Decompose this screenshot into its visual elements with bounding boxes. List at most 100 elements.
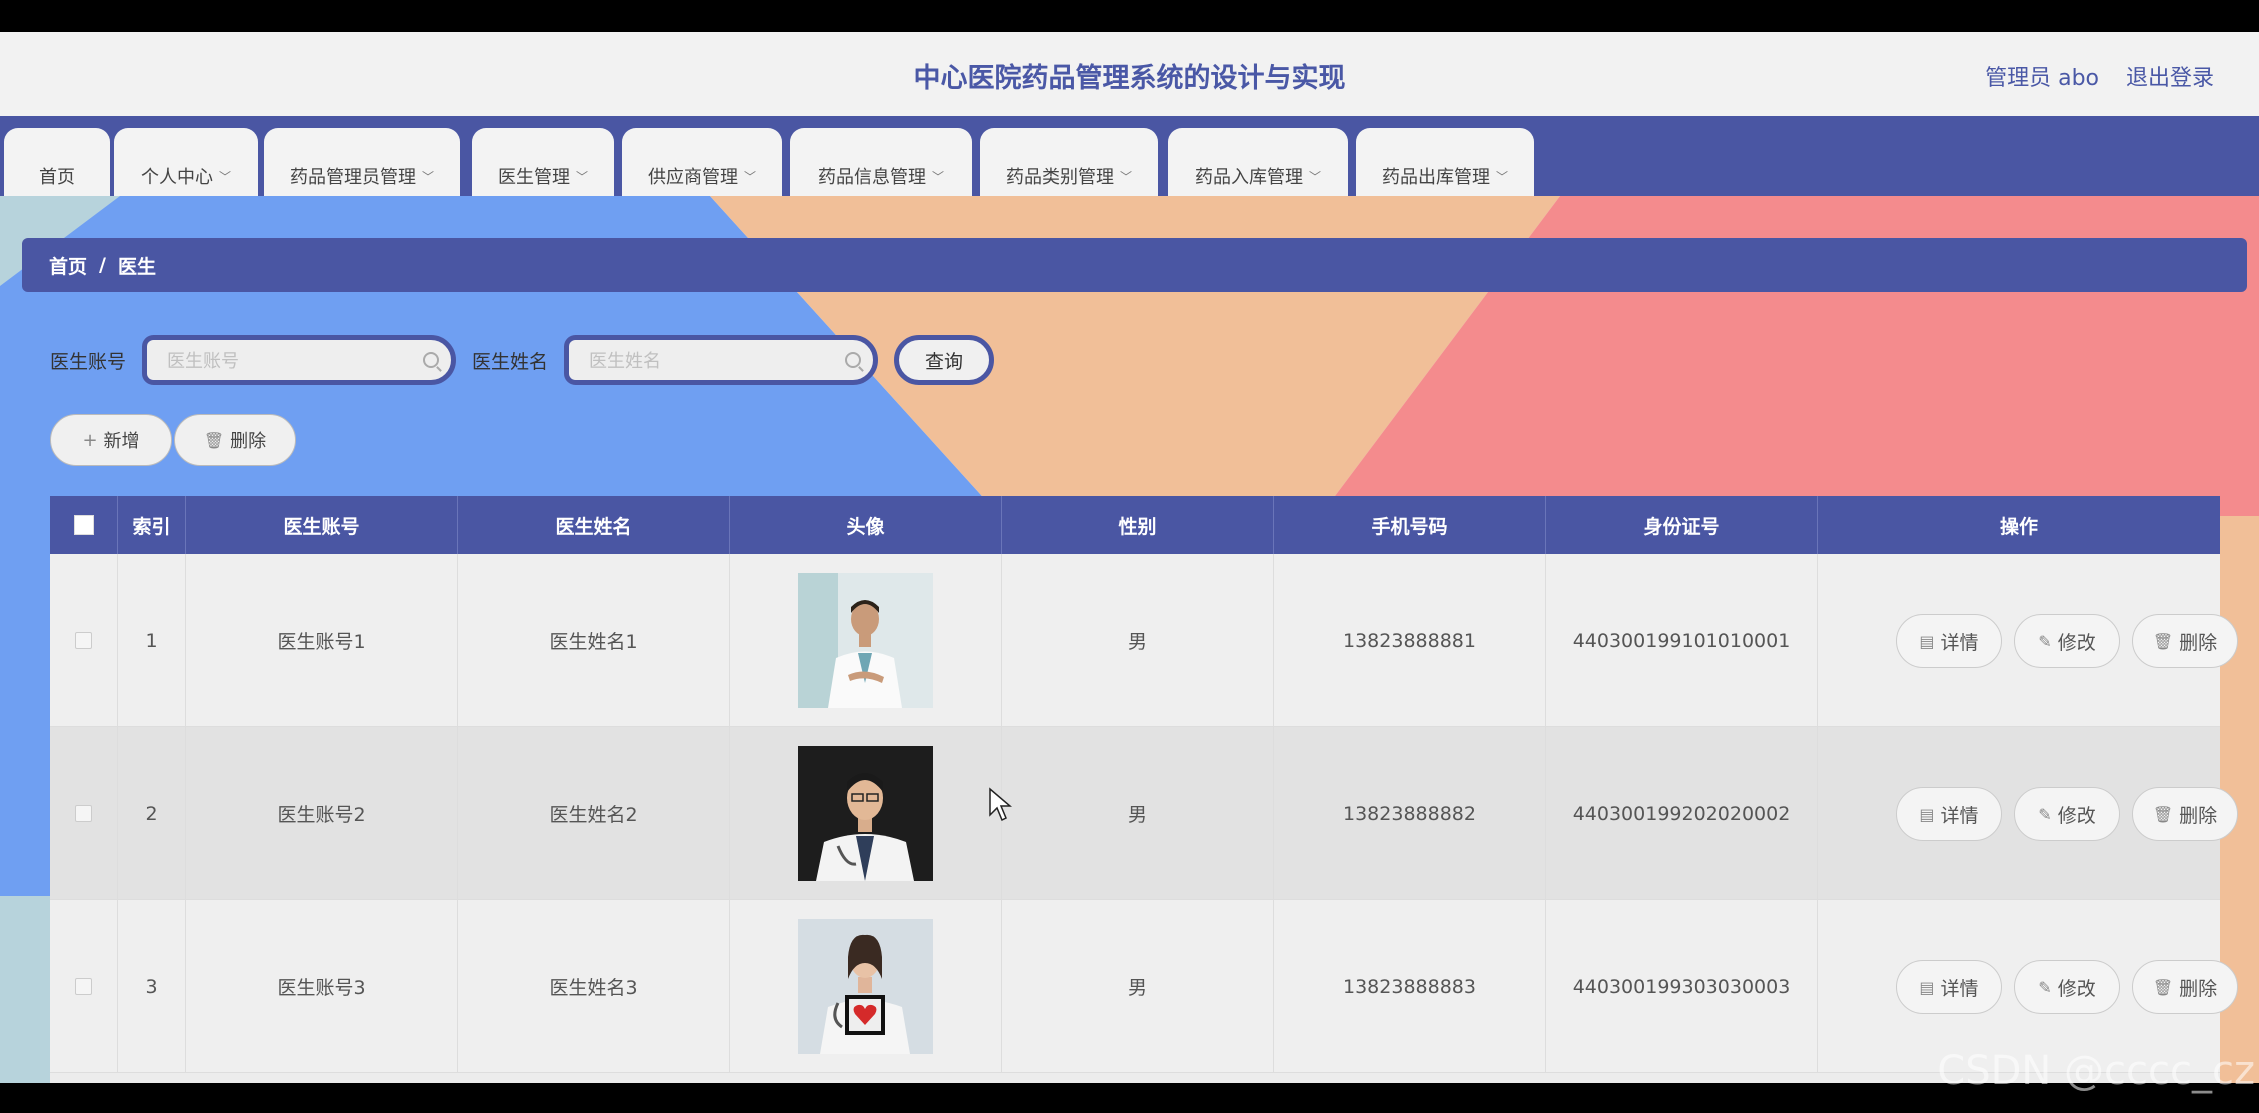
chevron-down-icon: ﹀: [218, 169, 231, 184]
add-button[interactable]: + 新增: [50, 414, 172, 466]
page-title: 中心医院药品管理系统的设计与实现: [913, 63, 1346, 94]
nav-label: 药品入库管理: [1194, 167, 1303, 188]
nav-doctor[interactable]: 医生管理 ﹀: [472, 128, 614, 196]
breadcrumb: 首页 / 医生: [22, 238, 2247, 292]
edit-button[interactable]: ✎ 修改: [2014, 960, 2120, 1014]
nav-drug-admin[interactable]: 药品管理员管理 ﹀: [264, 128, 460, 196]
cell-index: 1: [118, 554, 186, 727]
breadcrumb-home[interactable]: 首页: [49, 252, 87, 279]
cell-account: 医生账号1: [186, 554, 458, 727]
pencil-icon: ✎: [2038, 631, 2052, 651]
row-select[interactable]: [50, 727, 118, 900]
nav-label: 医生管理: [497, 167, 570, 188]
cell-gender: 男: [1002, 554, 1274, 727]
header-gender: 性别: [1002, 496, 1274, 554]
delete-button[interactable]: 🗑 删除: [2132, 614, 2238, 668]
select-all-checkbox[interactable]: [73, 515, 94, 535]
nav-home[interactable]: 首页: [4, 128, 110, 196]
nav-supplier[interactable]: 供应商管理 ﹀: [622, 128, 782, 196]
header-avatar: 头像: [730, 496, 1002, 554]
app-window: 中心医院药品管理系统的设计与实现 管理员 abo 退出登录 首页 个人中心 ﹀ 药…: [0, 32, 2259, 1083]
doctor-avatar-photo[interactable]: [798, 919, 933, 1054]
video-bottom-border: [0, 1083, 2259, 1113]
row-checkbox[interactable]: [75, 978, 92, 995]
logout-link[interactable]: 退出登录: [2126, 60, 2214, 92]
header-index: 索引: [118, 496, 186, 554]
cell-ops: ▤ 详情 ✎ 修改 🗑 删除: [1818, 554, 2238, 727]
cell-account: 医生账号2: [186, 727, 458, 900]
breadcrumb-separator: /: [99, 254, 106, 276]
cell-id: 440300199202020002: [1546, 727, 1818, 900]
detail-label: 详情: [1940, 804, 1979, 827]
cell-name: 医生姓名2: [458, 727, 730, 900]
trash-icon: 🗑: [2152, 804, 2174, 824]
cell-ops: ▤ 详情 ✎ 修改 🗑 删除: [1818, 727, 2238, 900]
query-button[interactable]: 查询: [894, 335, 995, 385]
nav-drug-inbound[interactable]: 药品入库管理 ﹀: [1168, 128, 1348, 196]
delete-label: 删除: [230, 431, 267, 452]
document-icon: ▤: [1919, 804, 1935, 824]
document-icon: ▤: [1919, 631, 1935, 651]
video-top-border: [0, 0, 2259, 32]
cell-name: 医生姓名3: [458, 900, 730, 1073]
cell-id: 440300199101010001: [1546, 554, 1818, 727]
pencil-icon: ✎: [2038, 804, 2052, 824]
detail-button[interactable]: ▤ 详情: [1896, 787, 2002, 841]
delete-label: 删除: [2179, 631, 2218, 654]
detail-button[interactable]: ▤ 详情: [1896, 614, 2002, 668]
header-account: 医生账号: [186, 496, 458, 554]
detail-button[interactable]: ▤ 详情: [1896, 960, 2002, 1014]
table-row: 1 医生账号1 医生姓名1 男 13823888881 440300199101…: [50, 554, 2238, 727]
chevron-down-icon: ﹀: [1308, 169, 1321, 184]
cell-account: 医生账号3: [186, 900, 458, 1073]
nav-label: 药品管理员管理: [289, 167, 416, 188]
account-label: 医生账号: [50, 350, 127, 373]
table-header: 索引 医生账号 医生姓名 头像 性别 手机号码 身份证号 操作: [50, 496, 2220, 554]
row-select[interactable]: [50, 900, 118, 1073]
cell-gender: 男: [1002, 727, 1274, 900]
watermark: CSDN @cccc_cz: [1937, 1048, 2255, 1094]
nav-label: 供应商管理: [647, 167, 738, 188]
cell-id: 440300199303030003: [1546, 900, 1818, 1073]
row-checkbox[interactable]: [75, 632, 92, 649]
row-select[interactable]: [50, 554, 118, 727]
row-checkbox[interactable]: [75, 805, 92, 822]
doctor-avatar-photo[interactable]: [798, 746, 933, 881]
delete-button[interactable]: 🗑 删除: [2132, 960, 2238, 1014]
batch-delete-button[interactable]: 🗑 删除: [174, 414, 296, 466]
cell-phone: 13823888882: [1274, 727, 1546, 900]
edit-label: 修改: [2057, 977, 2096, 1000]
name-label: 医生姓名: [472, 350, 549, 373]
nav-drug-outbound[interactable]: 药品出库管理 ﹀: [1356, 128, 1534, 196]
nav-drug-category[interactable]: 药品类别管理 ﹀: [980, 128, 1158, 196]
plus-icon: +: [82, 429, 98, 451]
top-nav: 首页 个人中心 ﹀ 药品管理员管理 ﹀ 医生管理 ﹀ 供应商管理 ﹀ 药品信息管理 ﹀ 药…: [0, 116, 2259, 196]
header-ops: 操作: [1999, 515, 2038, 538]
nav-personal-center[interactable]: 个人中心 ﹀: [114, 128, 258, 196]
edit-label: 修改: [2057, 804, 2096, 827]
action-bar: + 新增 🗑 删除: [50, 414, 296, 466]
nav-label: 药品类别管理: [1005, 167, 1114, 188]
table-row: 3 医生账号3 医生姓名3 男 13823888883 440300199303…: [50, 900, 2238, 1073]
edit-button[interactable]: ✎ 修改: [2014, 614, 2120, 668]
header-name: 医生姓名: [458, 496, 730, 554]
chevron-down-icon: ﹀: [575, 169, 588, 184]
cell-gender: 男: [1002, 900, 1274, 1073]
account-search-input[interactable]: 医生账号: [142, 335, 457, 385]
chevron-down-icon: ﹀: [743, 169, 756, 184]
cell-name: 医生姓名1: [458, 554, 730, 727]
header: 中心医院药品管理系统的设计与实现 管理员 abo 退出登录: [0, 32, 2259, 116]
detail-label: 详情: [1940, 631, 1979, 654]
delete-button[interactable]: 🗑 删除: [2132, 787, 2238, 841]
edit-button[interactable]: ✎ 修改: [2014, 787, 2120, 841]
trash-icon: 🗑: [203, 430, 225, 450]
add-label: 新增: [103, 431, 140, 452]
cell-phone: 13823888881: [1274, 554, 1546, 727]
cell-avatar: [730, 900, 1002, 1073]
name-search-input[interactable]: 医生姓名: [564, 335, 879, 385]
doctor-avatar-photo[interactable]: [798, 573, 933, 708]
nav-drug-info[interactable]: 药品信息管理 ﹀: [790, 128, 972, 196]
search-icon: [845, 352, 862, 368]
trash-icon: 🗑: [2152, 977, 2174, 997]
header-select-all[interactable]: [50, 496, 118, 554]
